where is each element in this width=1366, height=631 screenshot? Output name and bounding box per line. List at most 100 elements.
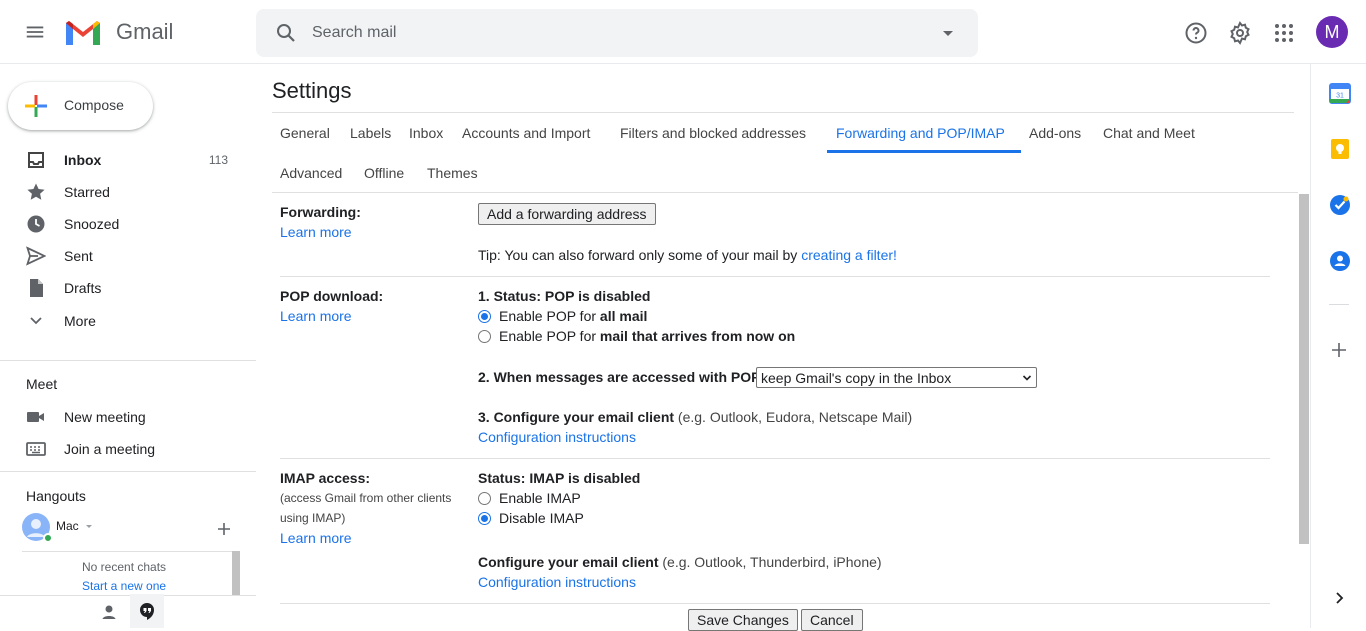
divider bbox=[272, 192, 1310, 193]
tab-inbox[interactable]: Inbox bbox=[409, 125, 443, 141]
divider bbox=[0, 360, 256, 361]
imap-access-label: IMAP access: bbox=[280, 470, 371, 486]
pop-new-mail-label[interactable]: Enable POP for mail that arrives from no… bbox=[499, 328, 795, 344]
forwarding-learn-more-link[interactable]: Learn more bbox=[280, 224, 352, 240]
create-filter-link[interactable]: creating a filter! bbox=[801, 247, 897, 263]
settings-scrollbar-thumb[interactable] bbox=[1299, 194, 1309, 544]
chat-scrollbar[interactable] bbox=[232, 551, 240, 595]
sidebar-item-starred[interactable]: Starred bbox=[0, 176, 256, 208]
sidebar-item-snoozed[interactable]: Snoozed bbox=[0, 208, 256, 240]
search-input[interactable] bbox=[312, 21, 912, 45]
pop-all-mail-radio[interactable] bbox=[478, 310, 491, 323]
tab-offline[interactable]: Offline bbox=[364, 165, 404, 181]
tab-accounts-import[interactable]: Accounts and Import bbox=[462, 125, 590, 141]
divider bbox=[0, 471, 256, 472]
caret-down-icon[interactable] bbox=[85, 523, 93, 531]
forwarding-label: Forwarding: bbox=[280, 204, 361, 220]
hangouts-icon bbox=[140, 603, 154, 620]
chat-list: No recent chats Start a new one bbox=[22, 551, 234, 595]
disable-imap-label[interactable]: Disable IMAP bbox=[499, 510, 584, 526]
pop-all-mail-label[interactable]: Enable POP for all mail bbox=[499, 308, 647, 324]
contacts-icon[interactable] bbox=[1329, 250, 1351, 272]
disable-imap-radio[interactable] bbox=[478, 512, 491, 525]
chevron-right-icon[interactable] bbox=[1331, 590, 1347, 606]
search-options-icon[interactable] bbox=[938, 23, 958, 43]
inbox-unread-count: 113 bbox=[208, 153, 228, 167]
pop-access-label: 2. When messages are accessed with POP bbox=[478, 369, 761, 385]
tab-forwarding-pop-imap[interactable]: Forwarding and POP/IMAP bbox=[836, 125, 1005, 141]
sidebar-item-more[interactable]: More bbox=[0, 305, 256, 337]
sidebar-item-sent[interactable]: Sent bbox=[0, 240, 256, 272]
sidebar-item-drafts[interactable]: Drafts bbox=[0, 272, 256, 304]
chevron-down-icon bbox=[30, 317, 42, 325]
tab-advanced[interactable]: Advanced bbox=[280, 165, 342, 181]
pop-new-mail-radio[interactable] bbox=[478, 330, 491, 343]
add-icon[interactable] bbox=[216, 521, 232, 537]
pop-download-label: POP download: bbox=[280, 288, 384, 304]
sidebar-item-label: Starred bbox=[64, 184, 110, 200]
active-tab-indicator bbox=[827, 150, 1021, 153]
pop-configure-bold: 3. Configure your email client bbox=[478, 409, 675, 425]
imap-status: Status: IMAP is disabled bbox=[478, 470, 641, 486]
gmail-logo-icon[interactable] bbox=[64, 17, 102, 47]
online-status-dot bbox=[43, 533, 53, 543]
imap-configure-hint: (e.g. Outlook, Thunderbird, iPhone) bbox=[658, 554, 882, 570]
inbox-icon bbox=[28, 152, 44, 168]
enable-imap-radio[interactable] bbox=[478, 492, 491, 505]
compose-label: Compose bbox=[64, 97, 124, 113]
pop-access-select[interactable]: keep Gmail's copy in the Inbox bbox=[756, 367, 1037, 388]
imap-config-instructions-link[interactable]: Configuration instructions bbox=[478, 574, 636, 590]
settings-scrollbar-track[interactable] bbox=[1298, 192, 1310, 628]
clock-icon bbox=[27, 215, 45, 233]
new-meeting-item[interactable]: New meeting bbox=[0, 401, 256, 433]
get-add-ons-plus-icon[interactable] bbox=[1330, 341, 1348, 359]
settings-gear-icon[interactable] bbox=[1228, 21, 1252, 45]
tab-general[interactable]: General bbox=[280, 125, 330, 141]
divider bbox=[280, 276, 1270, 277]
join-meeting-item[interactable]: Join a meeting bbox=[0, 433, 256, 465]
apps-grid-icon[interactable] bbox=[1272, 21, 1296, 45]
tab-chat-meet[interactable]: Chat and Meet bbox=[1103, 125, 1195, 141]
divider bbox=[272, 112, 1294, 113]
tab-filters[interactable]: Filters and blocked addresses bbox=[620, 125, 806, 141]
keep-notes-icon[interactable] bbox=[1329, 138, 1351, 160]
compose-button[interactable]: Compose bbox=[8, 82, 153, 130]
tab-add-ons[interactable]: Add-ons bbox=[1029, 125, 1081, 141]
page-title: Settings bbox=[272, 78, 352, 103]
new-meeting-label: New meeting bbox=[64, 409, 146, 425]
sidebar-item-inbox[interactable]: Inbox 113 bbox=[0, 144, 256, 176]
add-forwarding-address-button[interactable]: Add a forwarding address bbox=[478, 203, 656, 225]
send-icon bbox=[26, 246, 46, 266]
imap-description-line1: (access Gmail from other clients bbox=[280, 491, 452, 505]
account-avatar[interactable]: M bbox=[1316, 16, 1348, 48]
keyboard-icon bbox=[26, 442, 46, 456]
tip-text: Tip: You can also forward only some of y… bbox=[478, 247, 802, 263]
search-icon[interactable] bbox=[274, 21, 298, 45]
help-icon[interactable] bbox=[1184, 21, 1208, 45]
pop-config-instructions-link[interactable]: Configuration instructions bbox=[478, 429, 636, 445]
meet-section-title: Meet bbox=[26, 376, 58, 392]
main-menu-icon[interactable] bbox=[24, 21, 46, 43]
imap-learn-more-link[interactable]: Learn more bbox=[280, 530, 352, 546]
plus-icon bbox=[25, 95, 47, 117]
contacts-person-icon[interactable] bbox=[100, 603, 118, 621]
sidebar-item-label: Snoozed bbox=[64, 216, 120, 232]
start-new-chat-link[interactable]: Start a new one bbox=[82, 579, 166, 593]
pop-opt1-text: Enable POP for bbox=[499, 308, 600, 324]
sidebar-item-label: More bbox=[64, 313, 96, 329]
tab-themes[interactable]: Themes bbox=[427, 165, 478, 181]
calendar-icon[interactable]: 31 bbox=[1329, 82, 1351, 104]
chevron-down-icon bbox=[1022, 375, 1032, 381]
pop-opt2-text: Enable POP for bbox=[499, 328, 600, 344]
tasks-icon[interactable] bbox=[1329, 194, 1351, 216]
pop-opt1-bold: all mail bbox=[599, 308, 648, 324]
pop-configure-hint: (e.g. Outlook, Eudora, Netscape Mail) bbox=[674, 409, 913, 425]
hangouts-section-title: Hangouts bbox=[26, 488, 86, 504]
tab-labels[interactable]: Labels bbox=[350, 125, 391, 141]
hangouts-user-name[interactable]: Mac bbox=[56, 519, 79, 533]
hangouts-tab-active[interactable] bbox=[130, 594, 164, 628]
video-camera-icon bbox=[27, 412, 44, 422]
star-icon bbox=[27, 183, 45, 200]
enable-imap-label[interactable]: Enable IMAP bbox=[499, 490, 581, 506]
pop-learn-more-link[interactable]: Learn more bbox=[280, 308, 352, 324]
